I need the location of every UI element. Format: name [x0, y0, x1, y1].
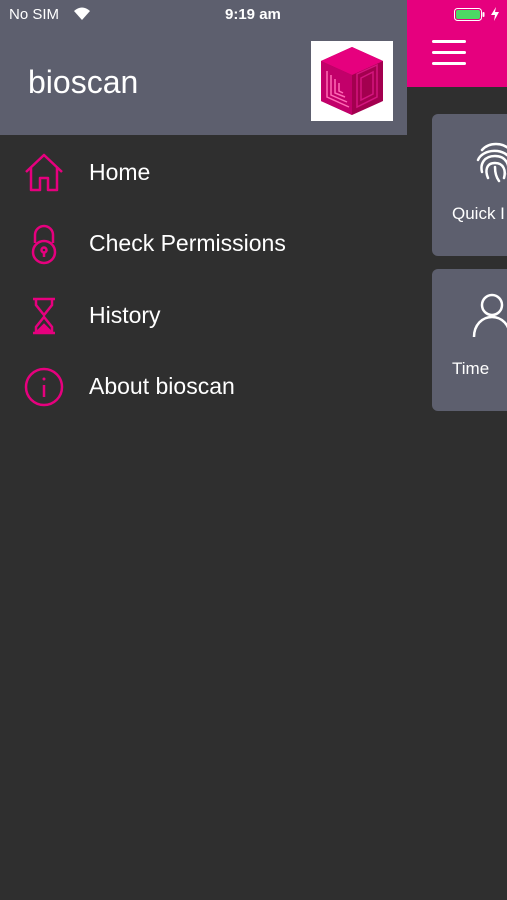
card-label: Quick I — [452, 204, 505, 223]
drawer-header: bioscan — [0, 28, 407, 135]
fingerprint-icon — [476, 142, 507, 183]
nav-label-check-permissions: Check Permissions — [89, 230, 286, 256]
nav-item-home[interactable]: Home — [0, 139, 407, 205]
wifi-icon — [74, 7, 90, 20]
nav-label-home: Home — [89, 159, 151, 185]
status-bar-background — [0, 0, 407, 28]
navigation-drawer: bioscan Home Check Permissions History A… — [0, 0, 407, 900]
cube-logo-icon — [321, 47, 383, 115]
user-icon — [472, 293, 507, 338]
charging-bolt-icon — [491, 7, 499, 21]
time-card[interactable]: Time — [432, 269, 507, 411]
info-icon — [24, 367, 64, 407]
quick-id-card[interactable]: Quick I — [432, 114, 507, 256]
battery-icon — [454, 8, 485, 21]
nav-item-check-permissions[interactable]: Check Permissions — [0, 210, 407, 276]
hourglass-icon — [33, 297, 55, 335]
nav-label-about: About bioscan — [89, 373, 235, 399]
status-bar: No SIM 9:19 am — [0, 0, 507, 28]
menu-line — [432, 51, 466, 54]
hamburger-menu-button[interactable] — [430, 40, 468, 72]
app-title: bioscan — [28, 64, 139, 100]
nav-item-about[interactable]: About bioscan — [0, 353, 407, 419]
bioscan-logo — [311, 41, 393, 121]
menu-line — [432, 62, 466, 65]
nav-item-history[interactable]: History — [0, 282, 407, 348]
carrier-label: No SIM — [9, 6, 60, 23]
menu-line — [432, 40, 466, 43]
status-time: 9:19 am — [225, 6, 281, 23]
home-icon — [25, 153, 63, 192]
padlock-icon — [31, 224, 57, 265]
nav-label-history: History — [89, 302, 161, 328]
card-label: Time — [452, 359, 490, 378]
